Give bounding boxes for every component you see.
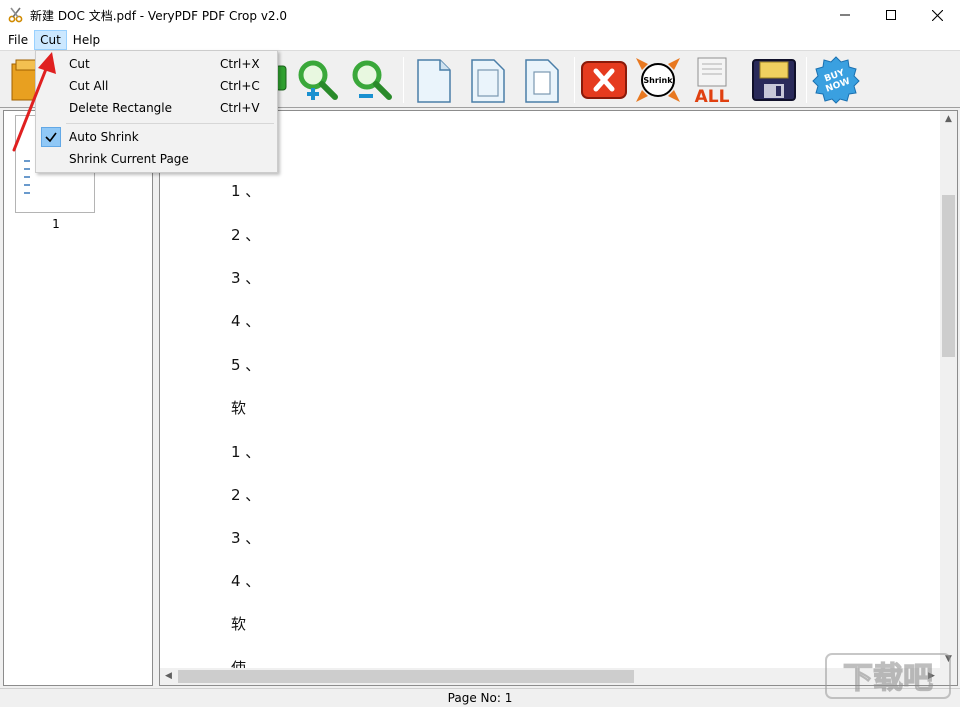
minimize-icon: [840, 14, 850, 16]
menu-bar: File Cut Help: [0, 30, 960, 50]
menu-item-shortcut: Ctrl+C: [220, 79, 260, 93]
status-bar: Page No: 1: [0, 688, 960, 707]
annotation-arrow-icon: [12, 52, 56, 152]
zoom-out-button[interactable]: [347, 56, 395, 104]
zoom-out-icon: [352, 60, 392, 100]
all-icon: ALL: [695, 57, 730, 107]
save-icon: [752, 59, 796, 101]
menu-item-label: Shrink Current Page: [69, 152, 189, 166]
doc-line: 软: [231, 399, 247, 417]
buy-now-icon: BUY NOW: [812, 56, 860, 104]
menu-item-cut[interactable]: Cut Ctrl+X: [38, 53, 275, 75]
menu-item-label: Auto Shrink: [69, 130, 139, 144]
document-view[interactable]: 1 、 2 、 3 、 4 、 5 、 软 1 、 2 、 3 、 4 、 软 …: [159, 110, 958, 686]
close-button[interactable]: [914, 0, 960, 30]
doc-line: 软: [231, 615, 247, 633]
doc-line: 3 、: [231, 269, 261, 287]
zoom-in-icon: [298, 60, 338, 100]
zoom-in-button[interactable]: [293, 56, 341, 104]
all-button[interactable]: ALL: [688, 56, 736, 107]
watermark-text: 下载吧: [843, 661, 933, 696]
menu-item-shortcut: Ctrl+V: [220, 101, 260, 115]
minimize-button[interactable]: [822, 0, 868, 30]
doc-line: 2 、: [231, 486, 261, 504]
delete-icon: [581, 61, 627, 99]
delete-button[interactable]: [580, 56, 628, 104]
menu-item-label: Cut: [69, 57, 90, 71]
doc-line: 2 、: [231, 226, 261, 244]
doc-line: 4 、: [231, 572, 261, 590]
buy-now-button[interactable]: BUY NOW: [812, 56, 860, 104]
thumbnail-panel: 1: [3, 110, 153, 686]
page-button[interactable]: [410, 56, 458, 104]
horizontal-scroll-thumb[interactable]: [178, 670, 634, 683]
vertical-scrollbar[interactable]: ▲ ▼: [940, 111, 957, 668]
doc-line: 4 、: [231, 312, 261, 330]
shrink-icon: Shrink: [636, 58, 680, 102]
title-bar: 新建 DOC 文档.pdf - VeryPDF PDF Crop v2.0: [0, 0, 960, 30]
menu-item-label: Delete Rectangle: [69, 101, 173, 115]
doc-line: 1 、: [231, 182, 261, 200]
menu-item-auto-shrink[interactable]: Auto Shrink: [38, 126, 275, 148]
page-number-status: Page No: 1: [447, 691, 513, 705]
menu-help[interactable]: Help: [67, 30, 106, 50]
menu-item-label: Cut All: [69, 79, 109, 93]
page-frame-button[interactable]: [464, 56, 512, 104]
scissors-icon: [8, 7, 23, 23]
watermark-logo: 下载吧: [825, 653, 951, 699]
shrink-button[interactable]: Shrink: [634, 56, 682, 104]
window-title: 新建 DOC 文档.pdf - VeryPDF PDF Crop v2.0: [30, 8, 288, 23]
cut-menu-dropdown: Cut Ctrl+X Cut All Ctrl+C Delete Rectang…: [35, 50, 278, 173]
close-icon: [931, 9, 943, 21]
menu-item-shrink-current-page[interactable]: Shrink Current Page: [38, 148, 275, 170]
menu-separator: [66, 123, 274, 124]
scroll-up-icon[interactable]: ▲: [940, 111, 957, 128]
shrink-text: Shrink: [643, 76, 673, 85]
doc-line: 5 、: [231, 356, 261, 374]
scroll-left-icon[interactable]: ◀: [160, 668, 177, 685]
menu-cut[interactable]: Cut: [34, 30, 67, 50]
page-crop-icon: [525, 59, 559, 103]
doc-line: 3 、: [231, 529, 261, 547]
doc-line: 1 、: [231, 443, 261, 461]
maximize-icon: [886, 10, 896, 20]
thumbnail-label: 1: [52, 217, 60, 231]
vertical-scroll-thumb[interactable]: [942, 195, 955, 357]
maximize-button[interactable]: [868, 0, 914, 30]
menu-item-cut-all[interactable]: Cut All Ctrl+C: [38, 75, 275, 97]
page-frame-icon: [471, 59, 505, 103]
page-crop-button[interactable]: [518, 56, 566, 104]
save-button[interactable]: [750, 56, 798, 104]
all-text: ALL: [695, 87, 730, 104]
menu-item-shortcut: Ctrl+X: [220, 57, 260, 71]
page-icon: [417, 59, 451, 103]
menu-file[interactable]: File: [2, 30, 34, 50]
menu-item-delete-rectangle[interactable]: Delete Rectangle Ctrl+V: [38, 97, 275, 119]
